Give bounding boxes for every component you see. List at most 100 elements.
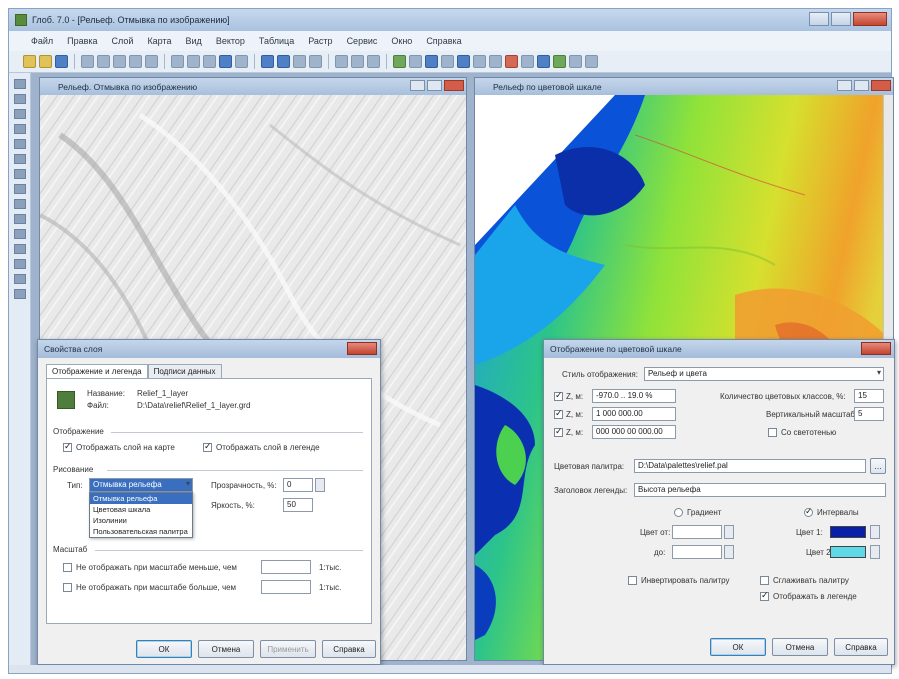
rect-tool-icon[interactable]: [13, 184, 26, 194]
dropdown-option[interactable]: Пользовательская палитра: [90, 526, 192, 537]
help-icon[interactable]: [585, 55, 598, 68]
precision-input[interactable]: 15: [854, 389, 884, 403]
layers-icon[interactable]: [261, 55, 274, 68]
brightness-input[interactable]: 50: [283, 498, 313, 512]
z1-checkbox[interactable]: [554, 390, 563, 401]
legend-icon[interactable]: [521, 55, 534, 68]
settings-icon[interactable]: [569, 55, 582, 68]
hand-tool-icon[interactable]: [13, 94, 26, 104]
copy-icon[interactable]: [97, 55, 110, 68]
palette-input[interactable]: D:\Data\palettes\relief.pal: [634, 459, 866, 473]
legend-title-input[interactable]: Высота рельефа: [634, 483, 886, 497]
dropdown-option[interactable]: Отмывка рельефа: [90, 493, 192, 504]
transparency-input[interactable]: 0: [283, 478, 313, 492]
save-icon[interactable]: [55, 55, 68, 68]
relief-icon[interactable]: [553, 55, 566, 68]
polygon-icon[interactable]: [367, 55, 380, 68]
redo-icon[interactable]: [145, 55, 158, 68]
circle-tool-icon[interactable]: [13, 214, 26, 224]
color1-swatch[interactable]: [830, 526, 866, 538]
show-legend-checkbox[interactable]: [203, 441, 212, 452]
grid-icon[interactable]: [409, 55, 422, 68]
vertical-scale-input[interactable]: 5: [854, 407, 884, 421]
rotate-tool-icon[interactable]: [13, 274, 26, 284]
color-dialog-close-button[interactable]: [861, 342, 891, 355]
child-maximize-button[interactable]: [427, 80, 442, 91]
child-minimize-button[interactable]: [410, 80, 425, 91]
z3-input[interactable]: 000 000 00 000.00: [592, 425, 676, 439]
gradient-radio[interactable]: [674, 508, 683, 517]
line-icon[interactable]: [351, 55, 364, 68]
print-icon[interactable]: [309, 55, 322, 68]
info-icon[interactable]: [235, 55, 248, 68]
browse-palette-button[interactable]: …: [870, 458, 886, 474]
child-minimize-button[interactable]: [837, 80, 852, 91]
label-tool-icon[interactable]: [13, 289, 26, 299]
text-tool-icon[interactable]: [13, 139, 26, 149]
z2-checkbox[interactable]: [554, 408, 563, 419]
layer-dialog-close-button[interactable]: [347, 342, 377, 355]
menu-window[interactable]: Окно: [391, 36, 412, 46]
symbol-tool-icon[interactable]: [13, 229, 26, 239]
menu-tools[interactable]: Сервис: [347, 36, 378, 46]
menu-table[interactable]: Таблица: [259, 36, 294, 46]
line-tool-icon[interactable]: [13, 169, 26, 179]
menu-edit[interactable]: Правка: [67, 36, 97, 46]
menu-vector[interactable]: Вектор: [216, 36, 245, 46]
new-file-icon[interactable]: [23, 55, 36, 68]
map-icon[interactable]: [393, 55, 406, 68]
invert-checkbox[interactable]: [628, 576, 637, 585]
to-spinner[interactable]: [724, 545, 734, 559]
max-scale-input[interactable]: [261, 580, 311, 594]
zoom-in-icon[interactable]: [171, 55, 184, 68]
point-icon[interactable]: [335, 55, 348, 68]
menu-layer[interactable]: Слой: [112, 36, 134, 46]
tab-labels[interactable]: Подписи данных: [147, 364, 222, 378]
help-button[interactable]: Справка: [834, 638, 888, 656]
raster-icon[interactable]: [505, 55, 518, 68]
paste-icon[interactable]: [113, 55, 126, 68]
zoom-tool-icon[interactable]: [13, 109, 26, 119]
color1-picker[interactable]: [870, 525, 880, 539]
minimize-button[interactable]: [809, 12, 829, 26]
from-input[interactable]: [672, 525, 722, 539]
style-select[interactable]: Рельеф и цвета: [644, 367, 884, 381]
dropdown-option[interactable]: Изолинии: [90, 515, 192, 526]
menu-map[interactable]: Карта: [147, 36, 171, 46]
move-tool-icon[interactable]: [13, 259, 26, 269]
ok-button[interactable]: ОК: [710, 638, 766, 656]
globe-icon[interactable]: [457, 55, 470, 68]
from-spinner[interactable]: [724, 525, 734, 539]
home-icon[interactable]: [425, 55, 438, 68]
refresh-icon[interactable]: [537, 55, 550, 68]
ok-button[interactable]: ОК: [136, 640, 192, 658]
maximize-button[interactable]: [831, 12, 851, 26]
draw-type-select[interactable]: Отмывка рельефа: [89, 478, 193, 492]
z2-input[interactable]: 1 000 000.00: [592, 407, 676, 421]
cancel-button[interactable]: Отмена: [772, 638, 828, 656]
min-scale-checkbox[interactable]: [63, 563, 72, 572]
show-in-legend-checkbox[interactable]: [760, 590, 769, 601]
polygon-tool-icon[interactable]: [13, 199, 26, 209]
z3-checkbox[interactable]: [554, 426, 563, 437]
search-icon[interactable]: [489, 55, 502, 68]
dropdown-option[interactable]: Цветовая шкала: [90, 504, 192, 515]
color2-swatch[interactable]: [830, 546, 866, 558]
pan-icon[interactable]: [203, 55, 216, 68]
node-tool-icon[interactable]: [13, 154, 26, 164]
cancel-button[interactable]: Отмена: [198, 640, 254, 658]
zoom-out-icon[interactable]: [187, 55, 200, 68]
menu-help[interactable]: Справка: [426, 36, 461, 46]
child-close-button[interactable]: [871, 80, 891, 91]
tab-display[interactable]: Отображение и легенда: [46, 364, 148, 378]
z1-input[interactable]: -970.0 .. 19.0 %: [592, 389, 676, 403]
filter-icon[interactable]: [473, 55, 486, 68]
show-layer-checkbox[interactable]: [63, 441, 72, 452]
shading-checkbox[interactable]: [768, 428, 777, 437]
max-scale-checkbox[interactable]: [63, 583, 72, 592]
undo-icon[interactable]: [129, 55, 142, 68]
menu-view[interactable]: Вид: [186, 36, 202, 46]
ruler-icon[interactable]: [293, 55, 306, 68]
menu-raster[interactable]: Растр: [308, 36, 332, 46]
color2-picker[interactable]: [870, 545, 880, 559]
